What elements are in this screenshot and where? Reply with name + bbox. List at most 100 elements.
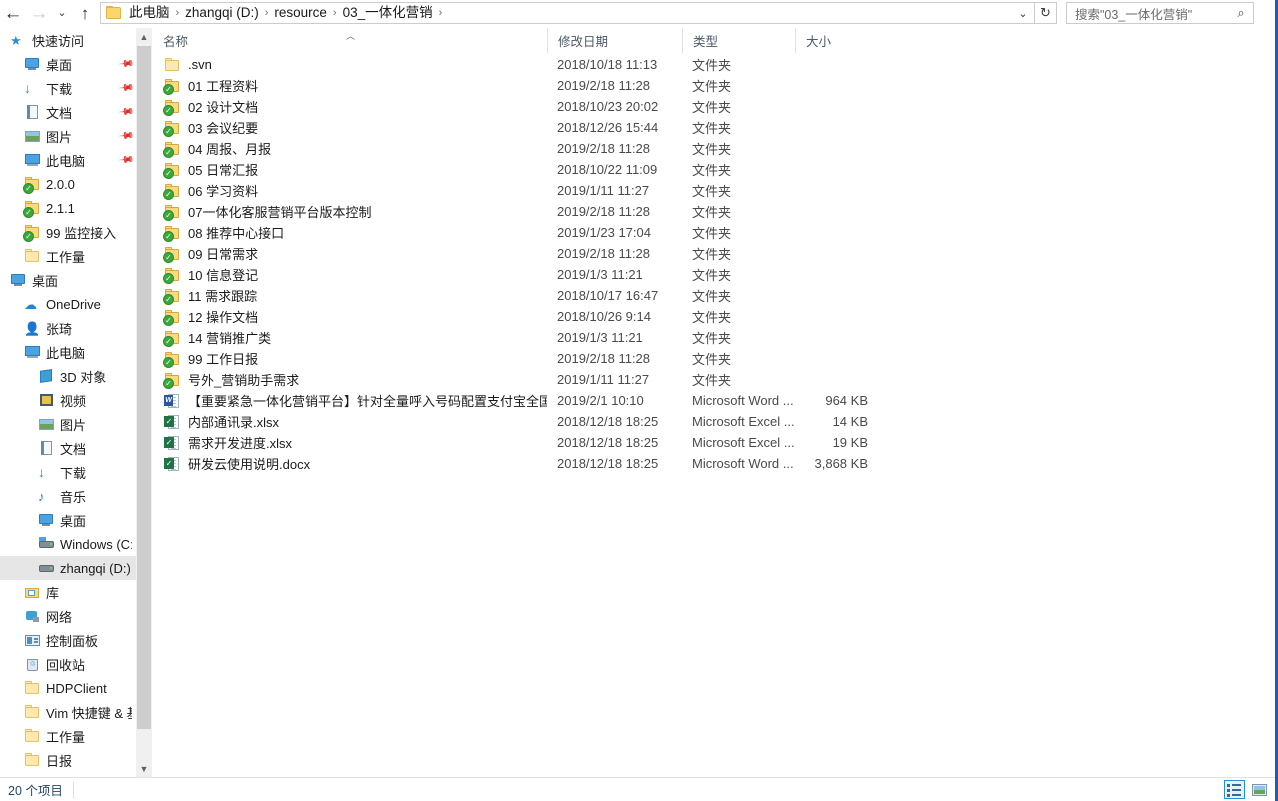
- address-bar[interactable]: 此电脑 › zhangqi (D:) › resource › 03_一体化营销 › ⌄: [100, 2, 1035, 24]
- sidebar-scrollbar[interactable]: ▲ ▼: [136, 28, 152, 777]
- file-name-cell[interactable]: ✓ 08 推荐中心接口: [153, 223, 547, 242]
- table-row[interactable]: ✓ 08 推荐中心接口 2019/1/23 17:04 文件夹: [153, 222, 1278, 243]
- breadcrumb-item[interactable]: resource: [271, 3, 330, 23]
- breadcrumb-item[interactable]: zhangqi (D:): [182, 3, 262, 23]
- breadcrumb-item[interactable]: 03_一体化营销: [340, 3, 436, 23]
- file-name-cell[interactable]: ✓ 01 工程资料: [153, 76, 547, 95]
- scrollbar-thumb[interactable]: [137, 46, 151, 729]
- sidebar-item[interactable]: 👤 张琦: [0, 316, 136, 340]
- file-list[interactable]: .svn 2018/10/18 11:13 文件夹 ✓ 01 工程资料 2019/2/18…: [153, 54, 1278, 474]
- file-name-cell[interactable]: ✓ 02 设计文档: [153, 97, 547, 116]
- column-header-name[interactable]: 名称 ︿: [153, 28, 547, 53]
- sidebar-item[interactable]: 文档: [0, 436, 136, 460]
- scroll-down-icon[interactable]: ▼: [136, 760, 152, 777]
- recent-locations-button[interactable]: ⌄: [52, 1, 72, 25]
- table-row[interactable]: ✓ 12 操作文档 2018/10/26 9:14 文件夹: [153, 306, 1278, 327]
- file-name-cell[interactable]: ✓ 内部通讯录.xlsx: [153, 412, 547, 431]
- file-name-cell[interactable]: ✓ 99 工作日报: [153, 349, 547, 368]
- search-input[interactable]: 搜索"03_一体化营销": [1075, 4, 1233, 23]
- chevron-down-icon[interactable]: ⌄: [1012, 7, 1034, 20]
- sidebar-item[interactable]: zhangqi (D:): [0, 556, 136, 580]
- pin-icon[interactable]: 📌: [117, 80, 134, 96]
- sidebar-item[interactable]: 网络: [0, 604, 136, 628]
- sidebar-item[interactable]: ↓ 下载 📌: [0, 76, 136, 100]
- table-row[interactable]: ✓ 06 学习资料 2019/1/11 11:27 文件夹: [153, 180, 1278, 201]
- pin-icon[interactable]: 📌: [117, 128, 134, 144]
- table-row[interactable]: ✓ 09 日常需求 2019/2/18 11:28 文件夹: [153, 243, 1278, 264]
- table-row[interactable]: ✓ 04 周报、月报 2019/2/18 11:28 文件夹: [153, 138, 1278, 159]
- table-row[interactable]: ✓ 需求开发进度.xlsx 2018/12/18 18:25 Microsoft Ex…: [153, 432, 1278, 453]
- sidebar-item[interactable]: 工作量: [0, 724, 136, 748]
- file-name-cell[interactable]: ✓ 04 周报、月报: [153, 139, 547, 158]
- navigation-pane[interactable]: ★ 快速访问 桌面 📌 ↓ 下载 📌 文档 📌 图片 📌 此电脑 📌 ✓ 2.0.0 ✓ 2.1.1 ✓ 99 监控…: [0, 28, 136, 777]
- sidebar-item[interactable]: ★ 快速访问: [0, 28, 136, 52]
- sidebar-item[interactable]: 控制面板: [0, 628, 136, 652]
- back-button[interactable]: ←: [0, 1, 26, 25]
- table-row[interactable]: ✓ 99 工作日报 2019/2/18 11:28 文件夹: [153, 348, 1278, 369]
- table-row[interactable]: ✓ 07一体化客服营销平台版本控制 2019/2/18 11:28 文件夹: [153, 201, 1278, 222]
- file-name-cell[interactable]: ✓ 07一体化客服营销平台版本控制: [153, 202, 547, 221]
- table-row[interactable]: ✓ 03 会议纪要 2018/12/26 15:44 文件夹: [153, 117, 1278, 138]
- sidebar-item[interactable]: 3D 对象: [0, 364, 136, 388]
- file-name-cell[interactable]: ✓ 09 日常需求: [153, 244, 547, 263]
- table-row[interactable]: .svn 2018/10/18 11:13 文件夹: [153, 54, 1278, 75]
- table-row[interactable]: ✓ 14 营销推广类 2019/1/3 11:21 文件夹: [153, 327, 1278, 348]
- file-name-cell[interactable]: ✓ 11 需求跟踪: [153, 286, 547, 305]
- search-box[interactable]: 搜索"03_一体化营销" ⌕: [1066, 2, 1254, 24]
- table-row[interactable]: ✓ 05 日常汇报 2018/10/22 11:09 文件夹: [153, 159, 1278, 180]
- table-row[interactable]: ✓ 内部通讯录.xlsx 2018/12/18 18:25 Microsoft Exc…: [153, 411, 1278, 432]
- sidebar-item[interactable]: HDPClient: [0, 676, 136, 700]
- file-name-cell[interactable]: ✓ 号外_营销助手需求: [153, 370, 547, 389]
- sidebar-item[interactable]: ✓ 99 监控接入: [0, 220, 136, 244]
- column-header-date[interactable]: 修改日期: [547, 28, 682, 53]
- sidebar-item[interactable]: 图片 📌: [0, 124, 136, 148]
- table-row[interactable]: ✓ 02 设计文档 2018/10/23 20:02 文件夹: [153, 96, 1278, 117]
- sidebar-item[interactable]: 此电脑 📌: [0, 148, 136, 172]
- table-row[interactable]: ✓ 01 工程资料 2019/2/18 11:28 文件夹: [153, 75, 1278, 96]
- pin-icon[interactable]: 📌: [117, 104, 134, 120]
- sidebar-item[interactable]: 工作量: [0, 244, 136, 268]
- breadcrumb-item[interactable]: 此电脑: [126, 3, 173, 23]
- up-button[interactable]: ↑: [72, 1, 98, 25]
- sidebar-item[interactable]: ♪ 音乐: [0, 484, 136, 508]
- file-name-cell[interactable]: ✓ 需求开发进度.xlsx: [153, 433, 547, 452]
- file-name-cell[interactable]: ✓ 12 操作文档: [153, 307, 547, 326]
- sidebar-item[interactable]: 桌面 📌: [0, 52, 136, 76]
- table-row[interactable]: ✓ 10 信息登记 2019/1/3 11:21 文件夹: [153, 264, 1278, 285]
- table-row[interactable]: ✓ 11 需求跟踪 2018/10/17 16:47 文件夹: [153, 285, 1278, 306]
- large-icons-view-button[interactable]: [1249, 780, 1270, 799]
- sidebar-item[interactable]: 此电脑: [0, 340, 136, 364]
- sidebar-item[interactable]: Windows (C:): [0, 532, 136, 556]
- sidebar-item[interactable]: 桌面: [0, 268, 136, 292]
- sidebar-item[interactable]: 图片: [0, 412, 136, 436]
- table-row[interactable]: ✓ 号外_营销助手需求 2019/1/11 11:27 文件夹: [153, 369, 1278, 390]
- sidebar-item[interactable]: ↓ 下载: [0, 460, 136, 484]
- pin-icon[interactable]: 📌: [117, 56, 134, 72]
- sidebar-item[interactable]: 视频: [0, 388, 136, 412]
- sidebar-item[interactable]: ✓ 2.1.1: [0, 196, 136, 220]
- sidebar-item[interactable]: 日报: [0, 748, 136, 772]
- column-header-size[interactable]: 大小: [795, 28, 880, 53]
- forward-button[interactable]: →: [26, 1, 52, 25]
- scroll-up-icon[interactable]: ▲: [136, 28, 152, 45]
- sidebar-item[interactable]: ☁ OneDrive: [0, 292, 136, 316]
- sidebar-item[interactable]: 库: [0, 580, 136, 604]
- table-row[interactable]: W 【重要紧急一体化营销平台】针对全量呼入号码配置支付宝全国类... 2019/2/…: [153, 390, 1278, 411]
- sidebar-item[interactable]: 桌面: [0, 508, 136, 532]
- refresh-button[interactable]: ↻: [1035, 2, 1057, 24]
- file-name-cell[interactable]: W 【重要紧急一体化营销平台】针对全量呼入号码配置支付宝全国类...: [153, 391, 547, 410]
- file-name-cell[interactable]: ✓ 10 信息登记: [153, 265, 547, 284]
- file-name-cell[interactable]: ✓ 研发云使用说明.docx: [153, 454, 547, 473]
- file-name-cell[interactable]: ✓ 03 会议纪要: [153, 118, 547, 137]
- column-header-type[interactable]: 类型: [682, 28, 795, 53]
- sidebar-item[interactable]: Vim 快捷键 & 基: [0, 700, 136, 724]
- file-name-cell[interactable]: ✓ 06 学习资料: [153, 181, 547, 200]
- file-name-cell[interactable]: .svn: [153, 57, 547, 73]
- sidebar-item[interactable]: ✓ 2.0.0: [0, 172, 136, 196]
- file-name-cell[interactable]: ✓ 05 日常汇报: [153, 160, 547, 179]
- file-name-cell[interactable]: ✓ 14 营销推广类: [153, 328, 547, 347]
- pin-icon[interactable]: 📌: [117, 152, 134, 168]
- sidebar-item[interactable]: 文档 📌: [0, 100, 136, 124]
- details-view-button[interactable]: [1224, 780, 1245, 799]
- table-row[interactable]: ✓ 研发云使用说明.docx 2018/12/18 18:25 Microsoft W…: [153, 453, 1278, 474]
